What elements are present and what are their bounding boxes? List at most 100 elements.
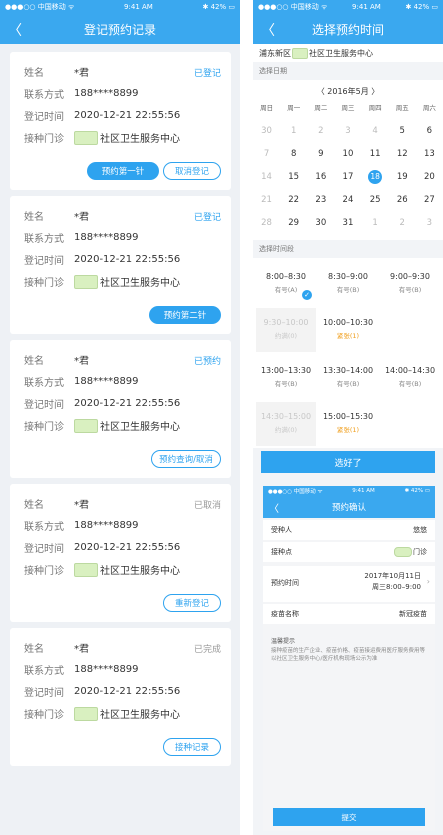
time-slot[interactable]: 13:00–13:30 有号(B) bbox=[256, 356, 316, 400]
submit-button[interactable]: 提交 bbox=[273, 808, 425, 826]
calendar-day[interactable]: 9 bbox=[307, 143, 334, 165]
time-slot[interactable]: 15:00–15:30 紧张(1) bbox=[318, 402, 378, 446]
calendar-day[interactable]: 2 bbox=[389, 212, 416, 234]
calendar-day[interactable]: 13 bbox=[416, 143, 443, 165]
clinic-label: 接种门诊 bbox=[24, 134, 64, 145]
calendar-day-selected[interactable]: 18 bbox=[362, 166, 389, 188]
back-arrow-icon[interactable]: 〈 bbox=[269, 500, 279, 515]
time-label: 登记时间 bbox=[24, 112, 64, 123]
time-slot[interactable]: 8:00–8:30 有号(A) ✓ bbox=[256, 262, 316, 306]
calendar-day[interactable]: 3 bbox=[334, 120, 361, 142]
vaccine-row: 疫苗名称 新冠疫苗 bbox=[263, 604, 435, 624]
site-value-wrap: 门诊 bbox=[394, 542, 427, 562]
day-number: 1 bbox=[290, 126, 297, 136]
calendar-day[interactable]: 30 bbox=[253, 120, 280, 142]
card-action-button[interactable]: 预约第二针 bbox=[149, 306, 221, 324]
calendar-day[interactable]: 5 bbox=[389, 120, 416, 142]
slot-availability: 有号(B) bbox=[274, 380, 298, 388]
calendar-day[interactable]: 2 bbox=[307, 120, 334, 142]
time-label: 预约时间 bbox=[271, 579, 299, 587]
carrier-signal: ●●●○○ 中国移动 ᯤ bbox=[5, 3, 75, 11]
site-label: 接种点 bbox=[271, 548, 292, 556]
field-name: 姓名 *君 bbox=[24, 352, 89, 367]
nav-bar: 〈 登记预约记录 bbox=[0, 14, 240, 44]
time-slot[interactable]: 8:30–9:00 有号(B) bbox=[318, 262, 378, 306]
calendar-day[interactable]: 26 bbox=[389, 189, 416, 211]
field-time: 登记时间 2020-12-21 22:55:56 bbox=[24, 684, 180, 699]
name-label: 姓名 bbox=[24, 212, 44, 223]
day-number: 17 bbox=[342, 172, 354, 182]
empty-slot bbox=[380, 402, 440, 446]
card-action-button[interactable]: 预约查询/取消 bbox=[151, 450, 221, 468]
calendar-day[interactable]: 1 bbox=[362, 212, 389, 234]
slot-time: 15:00–15:30 bbox=[322, 412, 374, 421]
time-slot[interactable]: 10:00–10:30 紧张(1) bbox=[318, 308, 378, 352]
card-action-button[interactable]: 接种记录 bbox=[163, 738, 221, 756]
battery: ✱ 42% ▭ bbox=[202, 3, 235, 11]
time-value: 2020-12-21 22:55:56 bbox=[74, 398, 181, 409]
slot-time: 9:30–10:00 bbox=[263, 318, 309, 327]
confirm-selection-button[interactable]: 选好了 bbox=[261, 451, 435, 473]
month-switcher[interactable]: 〈 2016年5月 〉 bbox=[253, 80, 443, 97]
calendar-day[interactable]: 15 bbox=[280, 166, 307, 188]
calendar-day[interactable]: 7 bbox=[253, 143, 280, 165]
time-row[interactable]: 预约时间 2017年10月11日 周三8:00–9:00 › bbox=[263, 566, 435, 602]
back-arrow-icon[interactable]: 〈 bbox=[261, 20, 275, 40]
calendar-day[interactable]: 3 bbox=[416, 212, 443, 234]
clinic-value: 社区卫生服务中心 bbox=[100, 566, 180, 577]
calendar-day[interactable]: 8 bbox=[280, 143, 307, 165]
day-number: 7 bbox=[263, 149, 270, 159]
calendar-day[interactable]: 24 bbox=[334, 189, 361, 211]
empty-slot bbox=[380, 308, 440, 352]
slot-time: 13:30–14:00 bbox=[322, 366, 374, 375]
calendar-day[interactable]: 4 bbox=[362, 120, 389, 142]
calendar-day[interactable]: 16 bbox=[307, 166, 334, 188]
calendar-day[interactable]: 12 bbox=[389, 143, 416, 165]
redacted-name-box bbox=[394, 547, 412, 557]
calendar-day[interactable]: 23 bbox=[307, 189, 334, 211]
day-number: 1 bbox=[372, 218, 378, 228]
calendar-day[interactable]: 11 bbox=[362, 143, 389, 165]
time-slot[interactable]: 13:30–14:00 有号(B) bbox=[318, 356, 378, 400]
clock: 9:41 AM bbox=[124, 3, 153, 11]
day-number: 31 bbox=[342, 218, 354, 228]
clinic-value: 社区卫生服务中心 bbox=[100, 134, 180, 145]
calendar-day[interactable]: 27 bbox=[416, 189, 443, 211]
time-label: 登记时间 bbox=[24, 688, 64, 699]
contact-label: 联系方式 bbox=[24, 378, 64, 389]
calendar-day[interactable]: 28 bbox=[253, 212, 280, 234]
name-label: 姓名 bbox=[24, 644, 44, 655]
nav-bar: 〈 选择预约时间 bbox=[253, 14, 443, 44]
calendar-day[interactable]: 19 bbox=[389, 166, 416, 188]
calendar-day[interactable]: 17 bbox=[334, 166, 361, 188]
field-clinic: 接种门诊 社区卫生服务中心 bbox=[24, 274, 180, 289]
clinic-name: 社区卫生服务中心 bbox=[309, 48, 373, 58]
calendar-day[interactable]: 20 bbox=[416, 166, 443, 188]
calendar-day[interactable]: 25 bbox=[362, 189, 389, 211]
time-slot[interactable]: 14:00–14:30 有号(B) bbox=[380, 356, 440, 400]
back-arrow-icon[interactable]: 〈 bbox=[8, 20, 22, 40]
day-number: 8 bbox=[290, 149, 297, 159]
card-action-button[interactable]: 预约第一针 bbox=[87, 162, 159, 180]
time-value: 2020-12-21 22:55:56 bbox=[74, 686, 181, 697]
card-action-button[interactable]: 重新登记 bbox=[163, 594, 221, 612]
calendar-day[interactable]: 31 bbox=[334, 212, 361, 234]
weekday-label: 周日 bbox=[260, 104, 274, 112]
calendar-day[interactable]: 14 bbox=[253, 166, 280, 188]
day-number: 15 bbox=[288, 172, 300, 182]
day-number: 16 bbox=[315, 172, 327, 182]
calendar-day[interactable]: 30 bbox=[307, 212, 334, 234]
time-slot[interactable]: 9:00–9:30 有号(B) bbox=[380, 262, 440, 306]
calendar-day[interactable]: 22 bbox=[280, 189, 307, 211]
day-number: 21 bbox=[261, 195, 272, 205]
calendar-day[interactable]: 10 bbox=[334, 143, 361, 165]
calendar-day[interactable]: 6 bbox=[416, 120, 443, 142]
calendar-day[interactable]: 1 bbox=[280, 120, 307, 142]
day-number: 3 bbox=[426, 218, 433, 228]
redacted-name-box bbox=[74, 274, 98, 289]
time-label: 登记时间 bbox=[24, 256, 64, 267]
calendar-day[interactable]: 21 bbox=[253, 189, 280, 211]
contact-value: 188****8899 bbox=[74, 664, 139, 675]
card-action-button[interactable]: 取消登记 bbox=[163, 162, 221, 180]
calendar-day[interactable]: 29 bbox=[280, 212, 307, 234]
